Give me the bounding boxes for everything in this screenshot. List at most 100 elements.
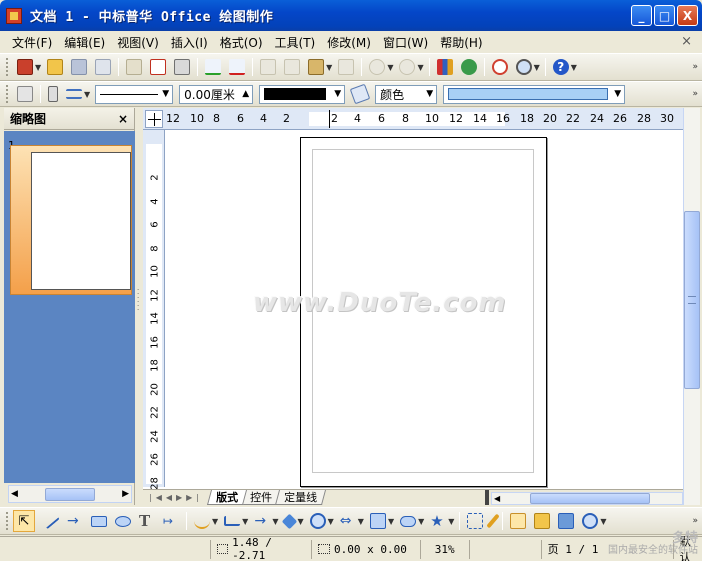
- toolbar-overflow-icon[interactable]: »: [692, 516, 698, 526]
- connector-dropdown-icon[interactable]: ▼: [242, 517, 248, 526]
- edit-icon[interactable]: [126, 59, 143, 75]
- symbol-shapes-dropdown-icon[interactable]: ▼: [328, 517, 334, 526]
- lines-arrows-tool-icon[interactable]: →: [254, 513, 270, 529]
- splitter-grip-icon[interactable]: · · · · · ·: [137, 287, 139, 314]
- copy-icon[interactable]: [284, 59, 301, 75]
- vertical-ruler[interactable]: 2 4 6 8 10 12 14 16 18 20 22 24 26 28: [143, 130, 165, 489]
- scroll-thumb[interactable]: [530, 493, 650, 504]
- scroll-thumb[interactable]: [684, 211, 700, 389]
- tab-scroll-splitter[interactable]: [485, 490, 489, 505]
- close-button[interactable]: X: [677, 5, 698, 26]
- star-shapes-dropdown-icon[interactable]: ▼: [448, 517, 454, 526]
- flowchart-dropdown-icon[interactable]: ▼: [388, 517, 394, 526]
- tab-navigation-arrows-icon[interactable]: |◀◀▶▶|: [149, 493, 209, 502]
- help-icon[interactable]: ?: [552, 59, 569, 75]
- basic-shapes-dropdown-icon[interactable]: ▼: [297, 517, 303, 526]
- menu-tools[interactable]: 工具(T): [269, 34, 322, 51]
- thumbnail-close-icon[interactable]: ×: [118, 112, 128, 126]
- arrow-style-dropdown-icon[interactable]: ▼: [84, 90, 90, 99]
- fill-bucket-icon[interactable]: [349, 83, 371, 105]
- stepper-arrows-icon[interactable]: ▲: [242, 89, 249, 99]
- export-pdf-icon[interactable]: [150, 59, 167, 75]
- spellcheck-icon[interactable]: [205, 59, 222, 75]
- flowchart-icon[interactable]: [369, 513, 386, 529]
- fill-color-select[interactable]: ▼: [443, 84, 626, 104]
- rectangle-tool-icon[interactable]: [91, 515, 107, 527]
- open-folder-icon[interactable]: [47, 59, 64, 75]
- canvas-vertical-scrollbar[interactable]: [683, 108, 700, 505]
- menu-edit[interactable]: 编辑(E): [58, 34, 111, 51]
- connector-tool-icon[interactable]: [224, 516, 241, 526]
- scroll-thumb[interactable]: [45, 487, 95, 501]
- document-close-icon[interactable]: ×: [681, 34, 692, 49]
- menu-view[interactable]: 视图(V): [111, 34, 165, 51]
- lines-arrows-dropdown-icon[interactable]: ▼: [272, 517, 278, 526]
- line-width-stepper[interactable]: 0.00厘米 ▲: [179, 84, 254, 104]
- line-style-select[interactable]: ▼: [95, 84, 174, 104]
- canvas-horizontal-scrollbar[interactable]: ◀: [491, 492, 683, 505]
- gallery-picture-icon[interactable]: [558, 513, 575, 529]
- paste-icon[interactable]: [308, 59, 325, 75]
- callout-dropdown-icon[interactable]: ▼: [418, 517, 424, 526]
- pencil-icon[interactable]: [486, 513, 501, 529]
- cut-icon[interactable]: [260, 59, 277, 75]
- navigator-icon[interactable]: [491, 59, 508, 75]
- scroll-right-icon[interactable]: ▶: [122, 489, 129, 499]
- arrow-line-tool-icon[interactable]: →: [67, 513, 83, 529]
- zoom-icon[interactable]: [515, 59, 532, 75]
- object-properties-icon[interactable]: [17, 86, 33, 102]
- curve-tool-icon[interactable]: [194, 513, 210, 529]
- select-tool-button[interactable]: ⇱: [13, 510, 35, 532]
- line-pen-icon[interactable]: [48, 86, 58, 102]
- menu-insert[interactable]: 插入(I): [165, 34, 214, 51]
- from-file-icon[interactable]: [534, 513, 551, 529]
- fit-text-tool-icon[interactable]: ↦: [163, 513, 179, 529]
- help-dropdown-icon[interactable]: ▼: [571, 63, 577, 72]
- toolbar-grip[interactable]: [6, 58, 9, 76]
- 3d-effects-icon[interactable]: [582, 513, 599, 529]
- thumbnail-item-selected[interactable]: [10, 145, 132, 295]
- gallery-icon[interactable]: [460, 59, 477, 75]
- new-document-icon[interactable]: [17, 59, 33, 75]
- tab-layout[interactable]: 版式: [206, 490, 248, 505]
- fontwork-icon[interactable]: [510, 513, 527, 529]
- basic-shapes-icon[interactable]: [282, 513, 298, 529]
- chart-icon[interactable]: [436, 59, 453, 75]
- undo-icon[interactable]: [369, 59, 386, 75]
- toolbar-grip[interactable]: [6, 85, 9, 103]
- menu-modify[interactable]: 修改(M): [321, 34, 377, 51]
- fill-type-select[interactable]: 颜色 ▼: [375, 84, 438, 104]
- undo-dropdown-icon[interactable]: ▼: [387, 63, 393, 72]
- minimize-button[interactable]: _: [631, 5, 652, 26]
- menu-help[interactable]: 帮助(H): [434, 34, 488, 51]
- ellipse-tool-icon[interactable]: [115, 515, 131, 527]
- text-tool-icon[interactable]: T: [139, 513, 155, 529]
- maximize-button[interactable]: □: [654, 5, 675, 26]
- curve-dropdown-icon[interactable]: ▼: [212, 517, 218, 526]
- edit-points-icon[interactable]: [467, 513, 484, 529]
- block-arrows-icon[interactable]: ⇔: [340, 513, 356, 529]
- callout-icon[interactable]: [400, 515, 417, 527]
- zoom-dropdown-icon[interactable]: ▼: [534, 63, 540, 72]
- new-dropdown-icon[interactable]: ▼: [35, 63, 41, 72]
- menu-format[interactable]: 格式(O): [214, 34, 269, 51]
- format-paintbrush-icon[interactable]: [338, 59, 355, 75]
- panel-splitter[interactable]: · · · · · ·: [135, 108, 143, 505]
- toolbar-grip[interactable]: [6, 512, 9, 530]
- status-zoom[interactable]: 31%: [419, 539, 469, 559]
- symbol-shapes-icon[interactable]: [309, 513, 326, 529]
- paste-dropdown-icon[interactable]: ▼: [326, 63, 332, 72]
- menu-file[interactable]: 文件(F): [6, 34, 58, 51]
- horizontal-ruler[interactable]: 12 10 8 6 4 2 2 4 6 8 10 12 14 16 18 20 22 24 26 28 30: [143, 108, 683, 130]
- redo-dropdown-icon[interactable]: ▼: [417, 63, 423, 72]
- redo-icon[interactable]: [399, 59, 416, 75]
- save-icon[interactable]: [71, 59, 88, 75]
- star-shapes-icon[interactable]: ★: [430, 513, 446, 529]
- scroll-left-icon[interactable]: ◀: [11, 489, 18, 499]
- tab-dimension-lines[interactable]: 定量线: [274, 490, 327, 505]
- thumbnail-horizontal-scrollbar[interactable]: ◀ ▶: [8, 485, 132, 503]
- menu-window[interactable]: 窗口(W): [377, 34, 434, 51]
- 3d-effects-dropdown-icon[interactable]: ▼: [600, 517, 606, 526]
- arrow-style-icon[interactable]: [66, 89, 82, 99]
- toolbar-overflow-icon[interactable]: »: [692, 89, 698, 99]
